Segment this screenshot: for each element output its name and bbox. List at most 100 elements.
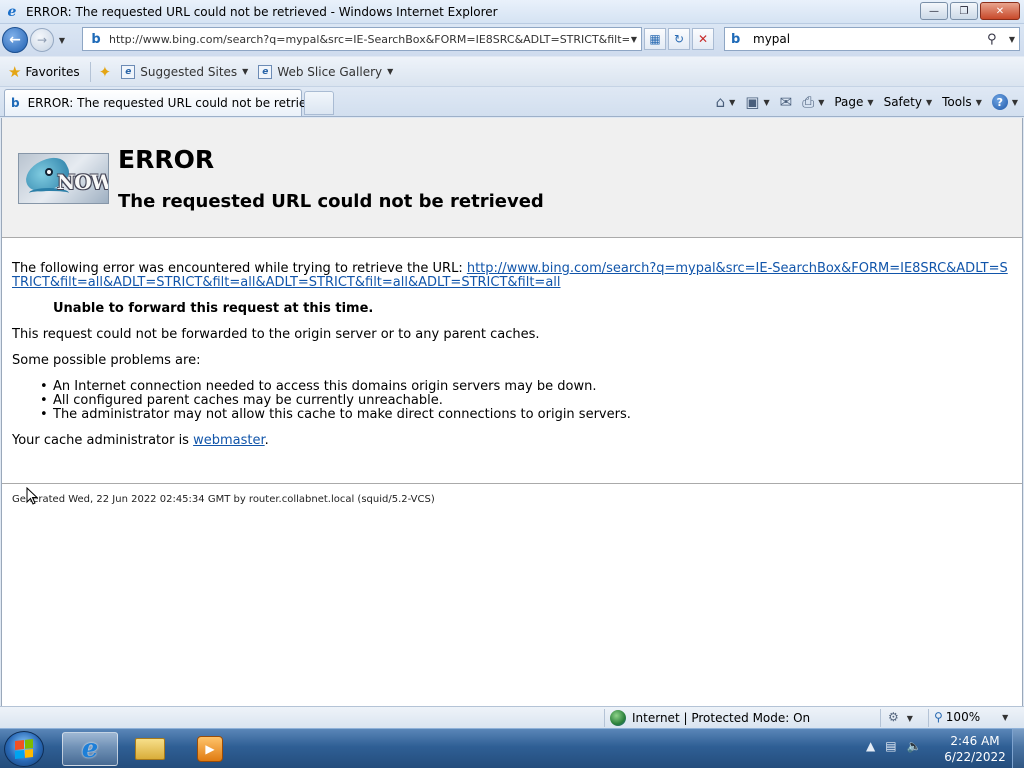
- window-controls: — ❐ ✕: [918, 2, 1020, 20]
- taskbar-ie-button[interactable]: e: [62, 732, 118, 766]
- list-item: All configured parent caches may be curr…: [40, 394, 631, 409]
- volume-muted-icon[interactable]: 🔈: [907, 739, 922, 753]
- admin-paragraph: Your cache administrator is webmaster.: [12, 434, 269, 448]
- windows-logo-icon: [15, 739, 33, 759]
- bing-search-icon: b: [731, 31, 741, 47]
- show-hidden-icons-icon[interactable]: ▲: [866, 739, 875, 753]
- address-dropdown[interactable]: ▼: [631, 35, 637, 44]
- chevron-down-icon: ▼: [242, 67, 249, 76]
- chevron-down-icon: ▼: [1011, 97, 1018, 107]
- search-icon[interactable]: ⚲: [987, 32, 1005, 47]
- star-icon: ★: [8, 62, 22, 81]
- squid-logo: NOW: [18, 153, 109, 204]
- list-item: The administrator may not allow this cac…: [40, 408, 631, 423]
- search-options-dropdown[interactable]: ▼: [1005, 35, 1019, 44]
- taskbar-explorer-button[interactable]: [122, 732, 178, 766]
- status-bar: Internet | Protected Mode: On ⚙ ▼ ⚲ 100% …: [0, 706, 1024, 728]
- internet-explorer-icon: e: [81, 734, 99, 764]
- back-arrow-icon: ←: [9, 32, 21, 48]
- forward-button[interactable]: →: [30, 28, 54, 52]
- feeds-button[interactable]: ▣ ▼: [745, 93, 769, 111]
- status-divider: [604, 709, 605, 727]
- logo-text: NOW: [57, 170, 109, 194]
- favorites-label: Favorites: [25, 64, 80, 79]
- feeds-icon: ▣: [745, 93, 760, 111]
- help-icon: ?: [991, 94, 1008, 110]
- webmaster-link[interactable]: webmaster: [193, 433, 265, 448]
- home-button[interactable]: ⌂ ▼: [716, 93, 736, 111]
- error-header: NOW ERROR The requested URL could not be…: [2, 118, 1022, 238]
- refresh-button[interactable]: ↻: [668, 28, 690, 50]
- title-bar: e ERROR: The requested URL could not be …: [0, 0, 1024, 24]
- status-divider: [880, 709, 881, 727]
- chevron-down-icon: ▼: [387, 67, 394, 76]
- error-subtitle: The requested URL could not be retrieved: [118, 191, 544, 212]
- maximize-button[interactable]: ❐: [950, 2, 978, 20]
- error-intro-paragraph: The following error was encountered whil…: [12, 262, 1012, 290]
- web-slice-gallery-label: Web Slice Gallery: [277, 64, 383, 79]
- add-to-favorites-icon[interactable]: ✦: [99, 63, 112, 81]
- footer-divider: [2, 483, 1022, 484]
- navigation-bar: ← → ▼ b http://www.bing.com/search?q=myp…: [0, 24, 1024, 56]
- web-slice-gallery-link[interactable]: e Web Slice Gallery ▼: [258, 64, 394, 79]
- home-icon: ⌂: [715, 93, 726, 111]
- tab-error-page[interactable]: b ERROR: The requested URL could not be …: [4, 89, 328, 116]
- mail-icon: ✉: [779, 93, 793, 111]
- tab-label: ERROR: The requested URL could not be re…: [27, 96, 329, 110]
- security-zone[interactable]: Internet | Protected Mode: On: [610, 710, 810, 726]
- page-menu-label: Page: [834, 95, 864, 109]
- minimize-button[interactable]: —: [920, 2, 948, 20]
- suggested-sites-link[interactable]: e Suggested Sites ▼: [121, 64, 249, 79]
- tools-menu-label: Tools: [942, 95, 972, 109]
- system-clock[interactable]: 2:46 AM 6/22/2022: [944, 733, 1006, 765]
- generated-footer: Generated Wed, 22 Jun 2022 02:45:34 GMT …: [12, 494, 435, 505]
- error-detail: This request could not be forwarded to t…: [12, 327, 540, 342]
- favorites-button[interactable]: ★ Favorites: [8, 63, 80, 81]
- back-button[interactable]: ←: [2, 27, 28, 53]
- chevron-down-icon: ▼: [867, 97, 874, 107]
- read-mail-button[interactable]: ✉: [780, 93, 793, 111]
- zoom-icon: ⚲: [934, 710, 943, 724]
- system-tray: ▲ ▤ 🔈: [866, 739, 932, 753]
- search-input[interactable]: mypal: [753, 32, 987, 46]
- recent-pages-dropdown[interactable]: ▼: [56, 36, 68, 45]
- error-intro-text: The following error was encountered whil…: [12, 261, 467, 276]
- taskbar: e ▶ ▲ ▤ 🔈 2:46 AM 6/22/2022: [0, 728, 1024, 768]
- help-button[interactable]: ? ▼: [991, 94, 1018, 110]
- ie-logo-icon: e: [7, 3, 17, 20]
- print-icon: ⎙: [802, 93, 815, 111]
- show-desktop-button[interactable]: [1012, 729, 1024, 768]
- forward-arrow-icon: →: [36, 33, 48, 47]
- tab-row: b ERROR: The requested URL could not be …: [0, 87, 1024, 117]
- tools-menu[interactable]: Tools ▼: [942, 95, 982, 109]
- close-button[interactable]: ✕: [980, 2, 1020, 20]
- new-tab-button[interactable]: [304, 91, 334, 115]
- folder-icon: [135, 738, 165, 760]
- zoom-control[interactable]: ⚲ 100% ▼: [934, 710, 1008, 724]
- compatibility-view-button[interactable]: ▦: [644, 28, 666, 50]
- add-ons-icon: ⚙: [888, 710, 899, 724]
- add-ons-button[interactable]: ⚙ ▼: [888, 710, 913, 724]
- admin-suffix: .: [264, 433, 269, 448]
- squid-eye: [45, 168, 53, 176]
- address-actions: ▦ ↻ ✕: [644, 28, 716, 50]
- page-icon: e: [258, 64, 273, 79]
- address-bar[interactable]: b http://www.bing.com/search?q=mypal&src…: [82, 27, 642, 51]
- stop-button[interactable]: ✕: [692, 28, 714, 50]
- admin-prefix: Your cache administrator is: [12, 433, 194, 448]
- page-menu[interactable]: Page ▼: [834, 95, 873, 109]
- zoom-level: 100%: [945, 710, 981, 724]
- chevron-down-icon: ▼: [1002, 712, 1009, 722]
- search-box[interactable]: b mypal ⚲ ▼: [724, 27, 1020, 51]
- chevron-down-icon: ▼: [925, 97, 933, 107]
- safety-menu[interactable]: Safety ▼: [884, 95, 933, 109]
- start-button[interactable]: [4, 731, 44, 767]
- clock-time: 2:46 AM: [950, 734, 1000, 748]
- taskbar-media-player-button[interactable]: ▶: [182, 732, 238, 766]
- compatibility-icon: ▦: [649, 32, 661, 46]
- network-icon[interactable]: ▤: [885, 739, 896, 753]
- mouse-cursor-icon: [26, 487, 38, 505]
- status-divider: [928, 709, 929, 727]
- print-button[interactable]: ⎙ ▼: [802, 93, 824, 111]
- address-input[interactable]: http://www.bing.com/search?q=mypal&src=I…: [109, 33, 629, 46]
